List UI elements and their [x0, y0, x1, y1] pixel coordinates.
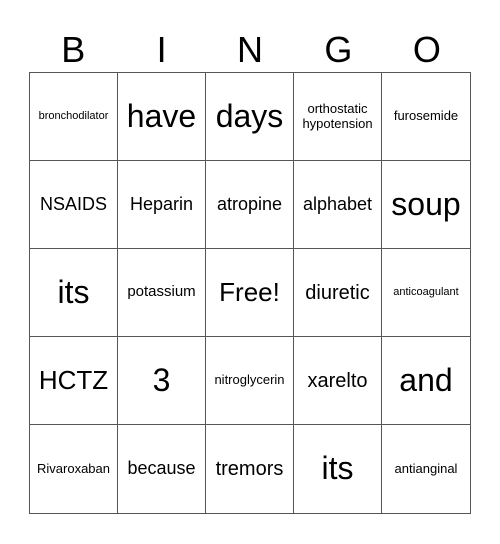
bingo-cell[interactable]: NSAIDS: [30, 161, 118, 249]
bingo-cell[interactable]: its: [30, 249, 118, 337]
bingo-cell[interactable]: Heparin: [118, 161, 206, 249]
bingo-cell[interactable]: days: [206, 73, 294, 161]
bingo-cell[interactable]: alphabet: [294, 161, 382, 249]
bingo-cell[interactable]: its: [294, 425, 382, 513]
bingo-cell[interactable]: diuretic: [294, 249, 382, 337]
bingo-cell[interactable]: soup: [382, 161, 470, 249]
bingo-cell[interactable]: antianginal: [382, 425, 470, 513]
bingo-cell[interactable]: tremors: [206, 425, 294, 513]
bingo-cell[interactable]: furosemide: [382, 73, 470, 161]
bingo-cell[interactable]: Rivaroxaban: [30, 425, 118, 513]
bingo-cell[interactable]: because: [118, 425, 206, 513]
bingo-cell[interactable]: atropine: [206, 161, 294, 249]
bingo-cell[interactable]: orthostatic hypotension: [294, 73, 382, 161]
bingo-cell[interactable]: xarelto: [294, 337, 382, 425]
header-letter-i: I: [156, 29, 167, 70]
bingo-cell[interactable]: bronchodilator: [30, 73, 118, 161]
bingo-grid: bronchodilator have days orthostatic hypote…: [29, 72, 471, 514]
header-letter-n: N: [237, 29, 264, 70]
bingo-cell[interactable]: anticoagulant: [382, 249, 470, 337]
bingo-cell[interactable]: potassium: [118, 249, 206, 337]
bingo-cell[interactable]: nitroglycerin: [206, 337, 294, 425]
bingo-cell[interactable]: have: [118, 73, 206, 161]
header-letter-g: G: [324, 29, 353, 70]
bingo-cell[interactable]: 3: [118, 337, 206, 425]
free-space-cell[interactable]: Free!: [206, 249, 294, 337]
bingo-header: B I N G O: [29, 28, 471, 72]
bingo-cell[interactable]: HCTZ: [30, 337, 118, 425]
header-letter-o: O: [412, 29, 441, 70]
header-letter-b: B: [61, 29, 86, 70]
bingo-cell[interactable]: and: [382, 337, 470, 425]
